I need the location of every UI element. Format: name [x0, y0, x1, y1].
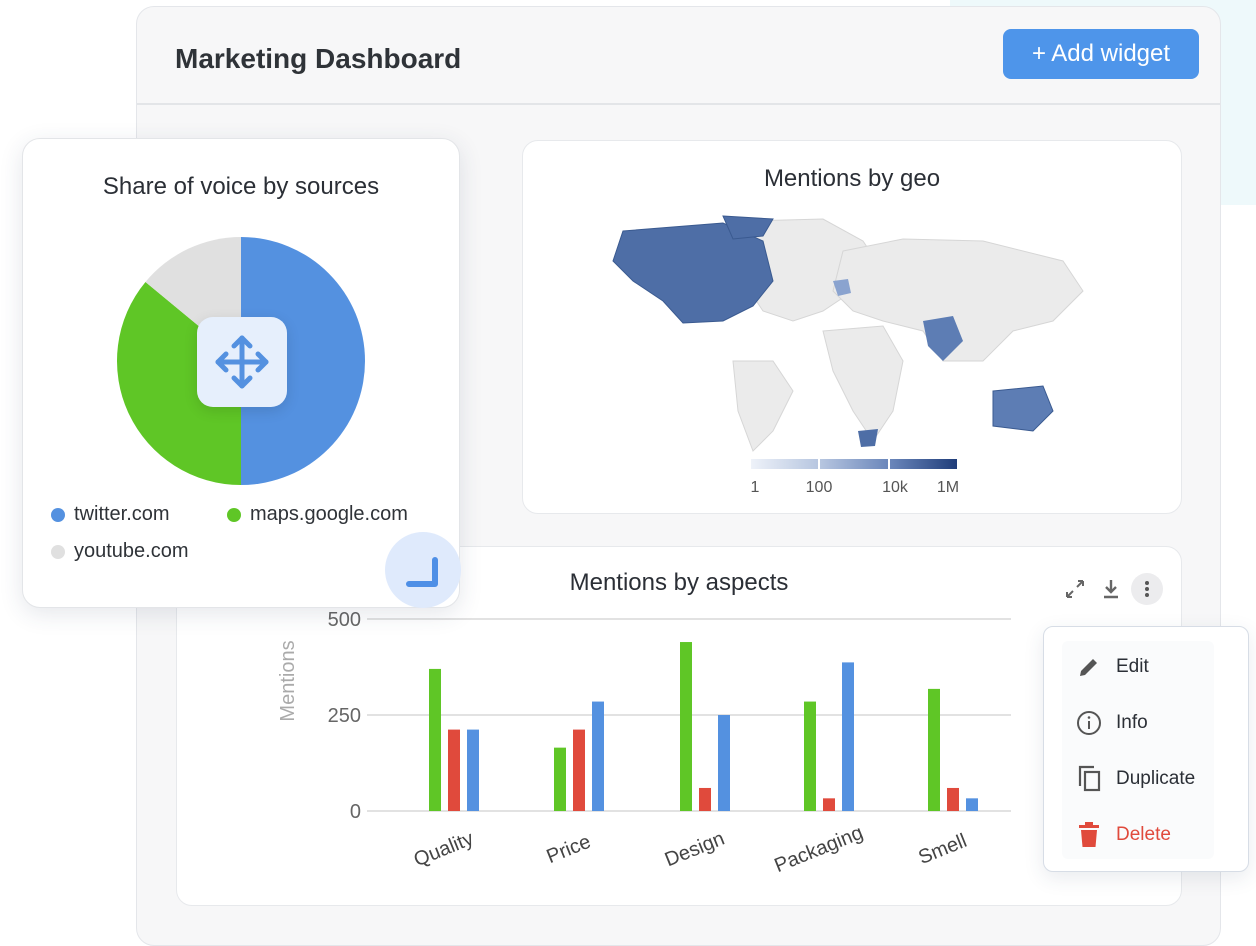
scale-segment	[889, 459, 957, 469]
map-australia	[992, 385, 1054, 432]
y-tick-label: 500	[328, 609, 361, 631]
bar-packaging-0	[804, 701, 816, 811]
menu-item-edit[interactable]: Edit	[1074, 647, 1244, 687]
duplicate-icon	[1074, 764, 1104, 794]
add-widget-button[interactable]: + Add widget	[1003, 29, 1199, 79]
trash-icon	[1074, 820, 1104, 850]
info-icon	[1074, 708, 1104, 738]
menu-item-label: Delete	[1116, 824, 1171, 845]
bar-quality-0	[429, 668, 441, 811]
y-tick-label: 250	[328, 705, 361, 727]
pencil-icon	[1074, 652, 1104, 682]
move-arrows-icon	[215, 335, 269, 389]
bar-design-2	[718, 715, 730, 811]
map-africa	[822, 325, 904, 442]
legend-dot	[51, 544, 65, 559]
x-tick-label: Smell	[915, 830, 970, 869]
move-handle[interactable]	[197, 317, 287, 407]
bar-design-0	[680, 642, 692, 811]
map-scale-bar	[751, 459, 957, 469]
resize-corner-icon	[406, 557, 438, 587]
y-axis-label: Mentions	[277, 640, 299, 721]
dashboard-header: Marketing Dashboard + Add widget	[137, 7, 1220, 105]
bar-price-1	[573, 729, 585, 811]
x-tick-label: Quality	[411, 828, 477, 872]
legend-item-maps-google: maps.google.com	[227, 503, 408, 526]
scale-label: 10k	[882, 479, 908, 496]
menu-item-info[interactable]: Info	[1074, 703, 1244, 743]
share-of-voice-card[interactable]: Share of voice by sources twitter.com ma…	[22, 138, 460, 608]
x-tick-label: Packaging	[771, 822, 866, 877]
scale-label: 1M	[936, 479, 960, 496]
x-tick-label: Price	[544, 831, 595, 868]
bar-design-1	[699, 787, 711, 811]
legend-label: twitter.com	[74, 503, 170, 525]
legend-item-youtube: youtube.com	[51, 540, 189, 563]
page-title: Marketing Dashboard	[175, 43, 462, 74]
map-south-africa	[858, 429, 878, 447]
menu-item-label: Edit	[1116, 656, 1149, 677]
bar-quality-1	[448, 729, 460, 811]
bar-quality-2	[467, 729, 479, 811]
map-south-america	[732, 360, 794, 452]
map-scale-labels: 1 100 10k 1M	[523, 479, 1183, 499]
y-tick-label: 0	[350, 801, 361, 823]
legend-label: maps.google.com	[250, 503, 408, 525]
mentions-by-geo-card[interactable]: Mentions by geo 1 100 10k 1M	[522, 140, 1182, 514]
geo-card-title: Mentions by geo	[763, 165, 941, 192]
legend-label: youtube.com	[74, 540, 189, 562]
scale-segment	[751, 459, 821, 469]
bar-smell-0	[928, 688, 940, 811]
legend-dot	[51, 507, 65, 522]
legend-dot	[227, 507, 241, 522]
menu-item-duplicate[interactable]: Duplicate	[1074, 759, 1244, 799]
scale-label: 1	[750, 479, 760, 496]
world-map	[612, 215, 1084, 452]
bar-price-0	[554, 747, 566, 811]
menu-item-label: Info	[1116, 712, 1148, 733]
legend-item-twitter: twitter.com	[51, 503, 170, 526]
bar-smell-2	[966, 798, 978, 811]
scale-segment	[820, 459, 890, 469]
menu-item-label: Duplicate	[1116, 768, 1196, 789]
bar-packaging-2	[842, 662, 854, 811]
bar-packaging-1	[823, 798, 835, 811]
bar-smell-1	[947, 787, 959, 811]
x-tick-label: Design	[662, 828, 728, 872]
bar-price-2	[592, 701, 604, 811]
resize-handle[interactable]	[385, 532, 461, 608]
map-north-america	[612, 222, 774, 324]
widget-context-menu: Edit Info Duplicate Delete	[1043, 626, 1249, 872]
scale-label: 100	[805, 479, 833, 496]
menu-item-delete[interactable]: Delete	[1074, 815, 1244, 855]
